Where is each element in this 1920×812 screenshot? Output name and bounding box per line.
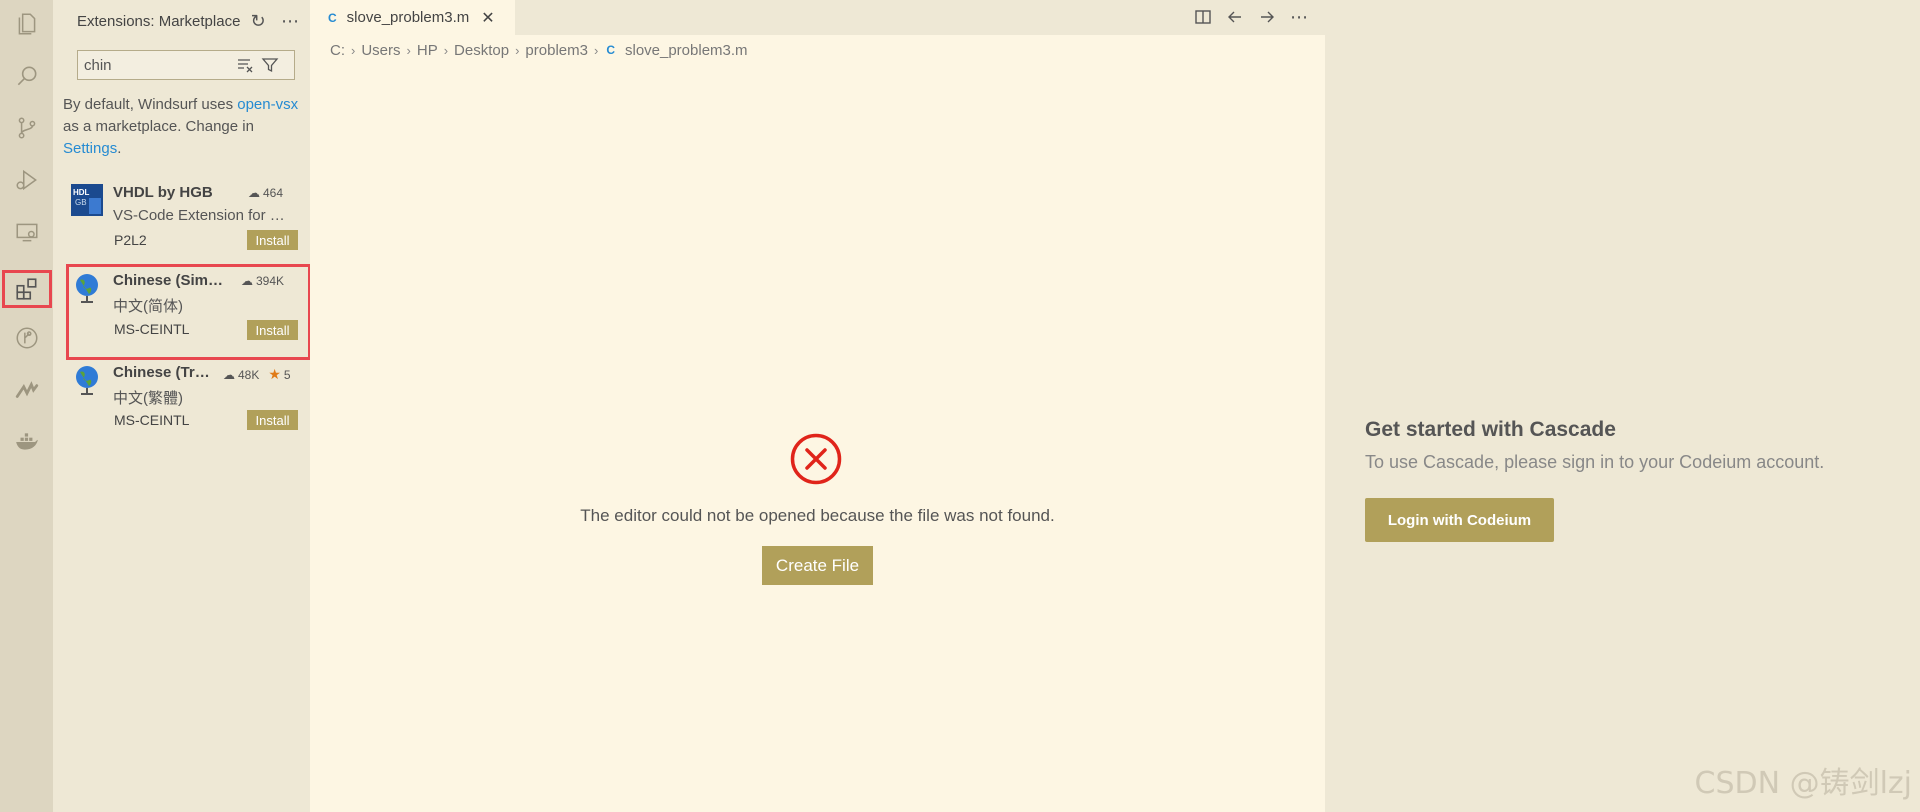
docker-button[interactable] (0, 418, 53, 466)
files-icon (18, 13, 35, 35)
chevron-right-icon: › (593, 42, 599, 58)
breadcrumb: C: › Users › HP › Desktop › problem3 › C slov… (330, 39, 748, 61)
install-button[interactable]: Install (247, 320, 298, 340)
source-control-icon (18, 117, 35, 139)
extension-name: Chinese (Simplified) (113, 272, 228, 289)
extensions-button[interactable] (2, 270, 52, 308)
download-count: 464 (263, 186, 284, 200)
chevron-right-icon: › (515, 42, 520, 58)
extension-downloads: ☁ 48K ★ 5 (223, 366, 291, 383)
run-debug-icon (15, 169, 37, 191)
settings-link[interactable]: Settings (63, 140, 117, 157)
activity-bar (0, 0, 53, 812)
clear-filter-icon[interactable] (234, 54, 258, 76)
filter-icon[interactable] (258, 54, 282, 76)
error-icon (790, 433, 842, 485)
cascade-panel: Get started with Cascade To use Cascade,… (1325, 0, 1920, 812)
chevron-right-icon: › (443, 42, 449, 58)
breadcrumb-item[interactable]: Users (361, 42, 400, 59)
extension-publisher: MS-CEINTL (114, 412, 190, 428)
c-file-icon: C (328, 10, 337, 25)
docker-icon (15, 433, 38, 450)
more-actions-icon[interactable]: ⋯ (274, 10, 306, 32)
windsurf-icon (15, 381, 38, 398)
sidebar-header: Extensions: Marketplace ↻ ⋯ (77, 10, 307, 32)
download-count: 48K (238, 367, 260, 382)
tab-bar: C slove_problem3.m ✕ ⋯ (310, 0, 1325, 35)
search-button[interactable] (0, 52, 53, 100)
extensions-icon (16, 278, 37, 300)
extension-name: VHDL by HGB (113, 184, 213, 201)
extensions-search-box (77, 50, 295, 80)
sidebar-title: Extensions: Marketplace (77, 12, 241, 30)
install-button[interactable]: Install (247, 410, 298, 430)
breadcrumb-item[interactable]: HP (417, 42, 438, 59)
extension-name: Chinese (Traditional) (113, 364, 213, 381)
extensions-sidebar: Extensions: Marketplace ↻ ⋯ By default, … (53, 0, 311, 812)
create-file-button[interactable]: Create File (762, 546, 873, 585)
extension-item-chinese-traditional[interactable]: Chinese (Traditional) ☁48K ★5 中文(繁體) MS-C… (63, 356, 311, 442)
extension-description: 中文(简体) (113, 298, 183, 315)
back-arrow-icon[interactable] (1221, 5, 1249, 29)
chevron-right-icon: › (351, 42, 356, 58)
cascade-title: Get started with Cascade (1365, 418, 1616, 441)
extension-item-chinese-simplified[interactable]: Chinese (Simplified) ☁394K 中文(简体) MS-CEI… (66, 264, 311, 360)
error-message: The editor could not be opened because t… (580, 506, 1055, 525)
install-button[interactable]: Install (247, 230, 298, 250)
download-count: 394K (256, 274, 285, 288)
extension-description: VS-Code Extension for VHDL (113, 207, 293, 224)
split-editor-icon[interactable] (1189, 5, 1217, 29)
notice-text-2: as a marketplace. Change in (63, 118, 254, 135)
extension-downloads: ☁ 394K (241, 274, 284, 288)
watermark: CSDN @铸剑lzj (1694, 766, 1913, 801)
svg-text:GB: GB (75, 198, 87, 207)
download-cloud-icon: ☁ (241, 274, 253, 288)
close-icon[interactable]: ✕ (481, 8, 494, 28)
breadcrumb-file[interactable]: slove_problem3.m (625, 42, 748, 59)
rating-value: 5 (283, 367, 291, 382)
tab-label: slove_problem3.m (346, 9, 470, 26)
extension-item[interactable]: HDL GB VHDL by HGB ☁ 464 VS-Code Extension… (63, 176, 311, 262)
c-file-icon: C (606, 43, 615, 57)
notice-text-1: By default, Windsurf uses (63, 96, 238, 113)
more-actions-icon[interactable]: ⋯ (1285, 5, 1313, 29)
git-graph-icon (15, 327, 38, 349)
globe-icon (76, 274, 98, 303)
download-cloud-icon: ☁ (248, 186, 260, 200)
editor-actions: ⋯ (1189, 5, 1313, 29)
extension-publisher: MS-CEINTL (114, 321, 190, 337)
chevron-right-icon: › (406, 42, 411, 58)
cascade-subtitle: To use Cascade, please sign in to your C… (1365, 452, 1825, 472)
marketplace-notice: By default, Windsurf uses open-vsx as a … (63, 94, 303, 160)
search-icon (17, 66, 36, 86)
remote-explorer-icon (15, 223, 38, 242)
login-with-codeium-button[interactable]: Login with Codeium (1365, 498, 1554, 542)
extension-description: 中文(繁體) (113, 390, 183, 407)
breadcrumb-item[interactable]: Desktop (454, 42, 509, 59)
source-control-button[interactable] (0, 104, 53, 152)
forward-arrow-icon[interactable] (1253, 5, 1281, 29)
breadcrumb-item[interactable]: problem3 (525, 42, 588, 59)
notice-text-3: . (117, 140, 122, 157)
remote-explorer-button[interactable] (0, 208, 53, 256)
open-vsx-link[interactable]: open-vsx (237, 96, 298, 113)
tab-slove-problem3[interactable]: C slove_problem3.m ✕ (310, 0, 515, 35)
svg-text:HDL: HDL (73, 188, 90, 197)
extension-search-input[interactable] (84, 56, 234, 74)
refresh-icon[interactable]: ↻ (242, 10, 274, 32)
run-debug-button[interactable] (0, 156, 53, 204)
explorer-button[interactable] (0, 0, 53, 48)
download-cloud-icon: ☁ (223, 367, 235, 382)
git-graph-button[interactable] (0, 314, 53, 362)
breadcrumb-item[interactable]: C: (330, 42, 345, 59)
editor-area: C slove_problem3.m ✕ ⋯ C: › Users › HP › De… (310, 0, 1325, 812)
globe-icon (76, 366, 98, 395)
extension-downloads: ☁ 464 (248, 186, 283, 200)
extension-publisher: P2L2 (114, 232, 147, 248)
windsurf-button[interactable] (0, 366, 53, 414)
star-icon: ★ (268, 366, 281, 382)
vhdl-extension-icon: HDLGB (71, 184, 103, 216)
